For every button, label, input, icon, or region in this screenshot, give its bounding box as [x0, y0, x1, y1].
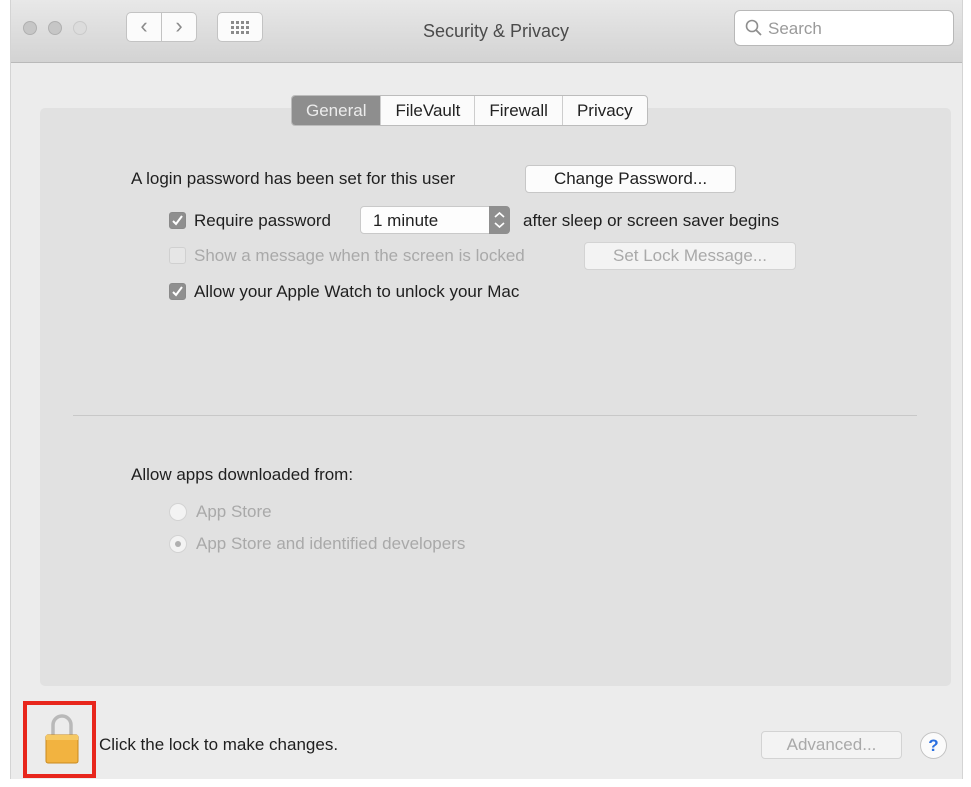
apple-watch-label: Allow your Apple Watch to unlock your Ma…: [194, 282, 520, 301]
chevron-left-icon: ‹: [140, 13, 148, 38]
stepper-arrows-icon: [489, 206, 510, 234]
tab-privacy[interactable]: Privacy: [561, 96, 647, 125]
login-password-text: A login password has been set for this u…: [131, 169, 456, 188]
section-divider: [73, 415, 917, 416]
require-password-delay-select[interactable]: 1 minute: [360, 206, 510, 234]
checkmark-icon: [172, 215, 183, 226]
radio-app-store-identified-label: App Store and identified developers: [196, 534, 466, 553]
lock-instruction-text: Click the lock to make changes.: [99, 735, 339, 754]
apple-watch-checkbox[interactable]: [169, 283, 186, 300]
tab-general[interactable]: General: [292, 96, 381, 125]
radio-app-store-identified[interactable]: [169, 535, 187, 553]
minimize-window-button[interactable]: [48, 21, 62, 35]
content-panel: [40, 108, 951, 686]
window-title: Security & Privacy: [422, 21, 570, 41]
search-icon: [745, 19, 762, 36]
show-all-button[interactable]: [217, 12, 263, 42]
title-bar: ‹ › Security & Privacy Search: [11, 0, 962, 63]
chevron-right-icon: ›: [175, 13, 183, 38]
require-password-label: Require password: [194, 211, 332, 230]
grid-icon: [231, 21, 249, 34]
show-message-checkbox[interactable]: [169, 247, 186, 264]
security-privacy-window: ‹ › Security & Privacy Search General Fi…: [10, 0, 963, 779]
close-window-button[interactable]: [23, 21, 37, 35]
advanced-button[interactable]: Advanced...: [761, 731, 902, 759]
back-button[interactable]: ‹: [126, 12, 162, 42]
zoom-window-button[interactable]: [73, 21, 87, 35]
require-password-suffix: after sleep or screen saver begins: [523, 211, 780, 230]
change-password-button[interactable]: Change Password...: [525, 165, 736, 193]
radio-selected-dot: [175, 541, 181, 547]
show-message-label: Show a message when the screen is locked: [194, 246, 525, 265]
set-lock-message-button[interactable]: Set Lock Message...: [584, 242, 796, 270]
checkmark-icon: [172, 286, 183, 297]
forward-button[interactable]: ›: [161, 12, 197, 42]
tab-firewall[interactable]: Firewall: [474, 96, 562, 125]
help-button[interactable]: ?: [920, 732, 947, 759]
search-placeholder: Search: [768, 19, 822, 38]
radio-app-store-label: App Store: [196, 502, 272, 521]
lock-icon[interactable]: [43, 711, 81, 765]
tab-bar: General FileVault Firewall Privacy: [291, 95, 648, 126]
require-password-checkbox[interactable]: [169, 212, 186, 229]
tab-filevault[interactable]: FileVault: [380, 96, 474, 125]
radio-app-store[interactable]: [169, 503, 187, 521]
delay-value: 1 minute: [373, 211, 439, 230]
allow-apps-heading: Allow apps downloaded from:: [131, 465, 354, 484]
search-field[interactable]: Search: [734, 10, 954, 46]
